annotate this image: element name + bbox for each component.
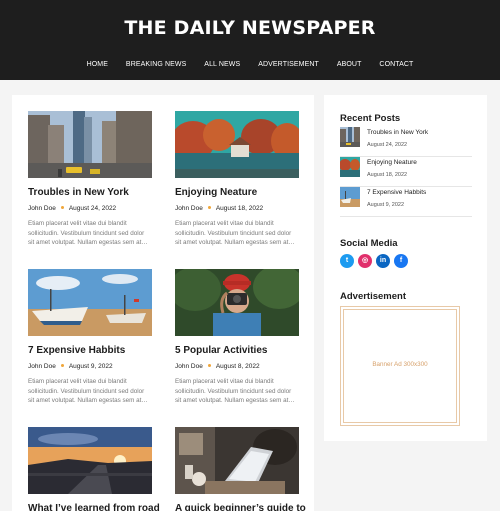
nav-about[interactable]: ABOUT bbox=[337, 61, 362, 68]
post-title[interactable]: 7 Expensive Habbits bbox=[28, 345, 125, 356]
post-title[interactable]: A quick beginner’s guide to bbox=[175, 503, 306, 511]
recent-post-title[interactable]: 7 Expensive Habbits bbox=[367, 189, 426, 196]
twitter-icon[interactable]: t bbox=[340, 254, 354, 268]
post-author[interactable]: John Doe bbox=[28, 205, 56, 212]
post-date: August 9, 2022 bbox=[68, 363, 113, 370]
post-date: August 18, 2022 bbox=[215, 205, 264, 212]
nav-contact[interactable]: CONTACT bbox=[379, 61, 413, 68]
sidebar: Recent Posts Troubles in New York August… bbox=[324, 95, 487, 441]
post-thumbnail-photographer[interactable] bbox=[175, 269, 299, 336]
recent-post-thumbnail[interactable] bbox=[340, 127, 360, 147]
post-title[interactable]: Troubles in New York bbox=[28, 187, 129, 198]
post-meta: John Doe August 9, 2022 bbox=[28, 363, 113, 370]
nav-home[interactable]: HOME bbox=[87, 61, 108, 68]
post-meta: John Doe August 24, 2022 bbox=[28, 205, 116, 212]
recent-post-date: August 18, 2022 bbox=[367, 172, 408, 178]
recent-post-item[interactable]: 7 Expensive Habbits August 9, 2022 bbox=[340, 187, 472, 217]
post-thumbnail-laptop[interactable] bbox=[175, 427, 299, 494]
facebook-icon[interactable]: f bbox=[394, 254, 408, 268]
post-title[interactable]: What I’ve learned from road bbox=[28, 503, 160, 511]
recent-post-item[interactable]: Troubles in New York August 24, 2022 bbox=[340, 127, 472, 157]
recent-post-date: August 24, 2022 bbox=[367, 142, 408, 148]
site-header: THE DAILY NEWSPAPER HOME BREAKING NEWS A… bbox=[0, 0, 500, 80]
post-thumbnail-city[interactable] bbox=[28, 111, 152, 178]
recent-post-title[interactable]: Enjoying Neature bbox=[367, 159, 417, 166]
post-thumbnail-boats[interactable] bbox=[28, 269, 152, 336]
post-excerpt: Etiam placerat velit vitae dui blandit s… bbox=[175, 220, 295, 247]
meta-separator bbox=[207, 364, 211, 368]
post-thumbnail-road[interactable] bbox=[28, 427, 152, 494]
post-title[interactable]: 5 Popular Activities bbox=[175, 345, 267, 356]
banner-ad-label: Banner Ad 300x300 bbox=[372, 361, 428, 368]
recent-post-title[interactable]: Troubles in New York bbox=[367, 129, 428, 136]
post-excerpt: Etiam placerat velit vitae dui blandit s… bbox=[28, 378, 148, 405]
post-card: What I’ve learned from road bbox=[28, 427, 160, 511]
recent-post-thumbnail[interactable] bbox=[340, 157, 360, 177]
post-meta: John Doe August 18, 2022 bbox=[175, 205, 263, 212]
site-title[interactable]: THE DAILY NEWSPAPER bbox=[0, 17, 500, 39]
post-excerpt: Etiam placerat velit vitae dui blandit s… bbox=[175, 378, 295, 405]
post-excerpt: Etiam placerat velit vitae dui blandit s… bbox=[28, 220, 148, 247]
meta-separator bbox=[207, 206, 211, 210]
post-author[interactable]: John Doe bbox=[175, 363, 203, 370]
meta-separator bbox=[60, 206, 64, 210]
post-card: 7 Expensive Habbits John Doe August 9, 20… bbox=[28, 269, 152, 409]
nav-advertisement[interactable]: ADVERTISEMENT bbox=[258, 61, 319, 68]
divider bbox=[340, 216, 472, 217]
post-title[interactable]: Enjoying Neature bbox=[175, 187, 257, 198]
recent-post-date: August 9, 2022 bbox=[367, 202, 405, 208]
nav-breaking-news[interactable]: BREAKING NEWS bbox=[126, 61, 186, 68]
post-author[interactable]: John Doe bbox=[28, 363, 56, 370]
instagram-icon[interactable]: ◎ bbox=[358, 254, 372, 268]
post-grid: Troubles in New York John Doe August 24, … bbox=[12, 95, 314, 511]
recent-post-item[interactable]: Enjoying Neature August 18, 2022 bbox=[340, 157, 472, 187]
linkedin-icon[interactable]: in bbox=[376, 254, 390, 268]
post-date: August 8, 2022 bbox=[215, 363, 260, 370]
post-thumbnail-nature[interactable] bbox=[175, 111, 299, 178]
social-media-heading: Social Media bbox=[340, 238, 398, 249]
recent-post-thumbnail[interactable] bbox=[340, 187, 360, 207]
post-card: Troubles in New York John Doe August 24, … bbox=[28, 111, 152, 251]
post-author[interactable]: John Doe bbox=[175, 205, 203, 212]
recent-posts-heading: Recent Posts bbox=[340, 113, 401, 124]
post-meta: John Doe August 8, 2022 bbox=[175, 363, 260, 370]
banner-ad[interactable]: Banner Ad 300x300 bbox=[340, 306, 460, 426]
post-card: 5 Popular Activities John Doe August 8, 2… bbox=[175, 269, 299, 409]
nav-all-news[interactable]: ALL NEWS bbox=[204, 61, 240, 68]
meta-separator bbox=[60, 364, 64, 368]
post-card: Enjoying Neature John Doe August 18, 2022… bbox=[175, 111, 299, 251]
post-card: A quick beginner’s guide to bbox=[175, 427, 306, 511]
main-nav: HOME BREAKING NEWS ALL NEWS ADVERTISEMEN… bbox=[0, 61, 500, 68]
post-date: August 24, 2022 bbox=[68, 205, 117, 212]
advertisement-heading: Advertisement bbox=[340, 291, 406, 302]
